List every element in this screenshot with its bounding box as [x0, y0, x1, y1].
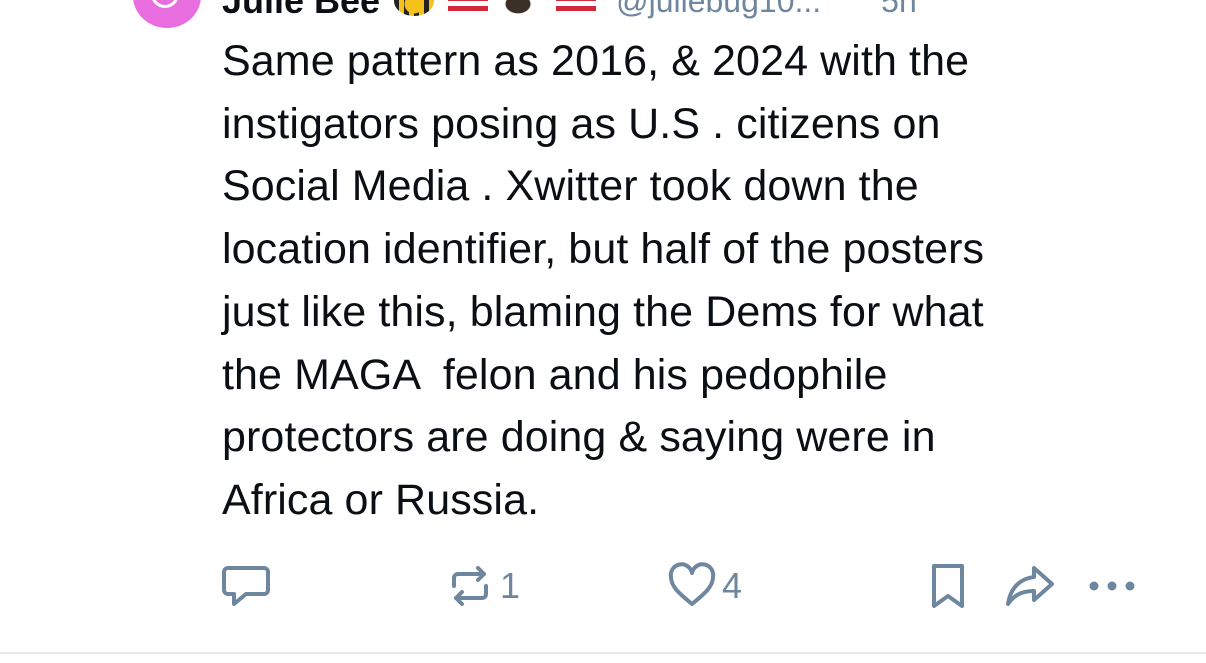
repost-count: 1 [500, 565, 521, 606]
us-flag-emoji [448, 0, 489, 16]
avatar-glyph [151, 0, 179, 8]
like-count: 4 [722, 565, 743, 606]
share-button[interactable] [1004, 560, 1056, 612]
share-icon [1004, 560, 1056, 612]
post-text: Same pattern as 2016, & 2024 with the in… [222, 37, 985, 524]
more-button[interactable] [1082, 560, 1142, 612]
bee-emoji [394, 0, 435, 16]
reply-button[interactable] [220, 560, 272, 612]
author-handle[interactable]: @juliebug10... [616, 0, 821, 20]
repost-button[interactable]: 1 [444, 560, 520, 612]
avatar[interactable] [133, 0, 201, 28]
author-name[interactable]: Julie Bee [222, 0, 380, 22]
post-time[interactable]: 5h [881, 0, 917, 20]
post-header: Julie Bee @juliebug10... 5h [222, 0, 917, 21]
more-icon [1082, 560, 1142, 612]
repost-icon [444, 560, 496, 612]
action-bar: 1 4 [220, 560, 1150, 612]
bookmark-button[interactable] [922, 560, 974, 612]
us-flag-emoji [556, 0, 597, 16]
post-divider [0, 652, 1206, 654]
heart-icon [666, 560, 718, 612]
eagle-emoji [502, 0, 543, 16]
bookmark-icon [922, 560, 974, 612]
like-button[interactable]: 4 [666, 560, 742, 612]
reply-icon [220, 560, 272, 612]
